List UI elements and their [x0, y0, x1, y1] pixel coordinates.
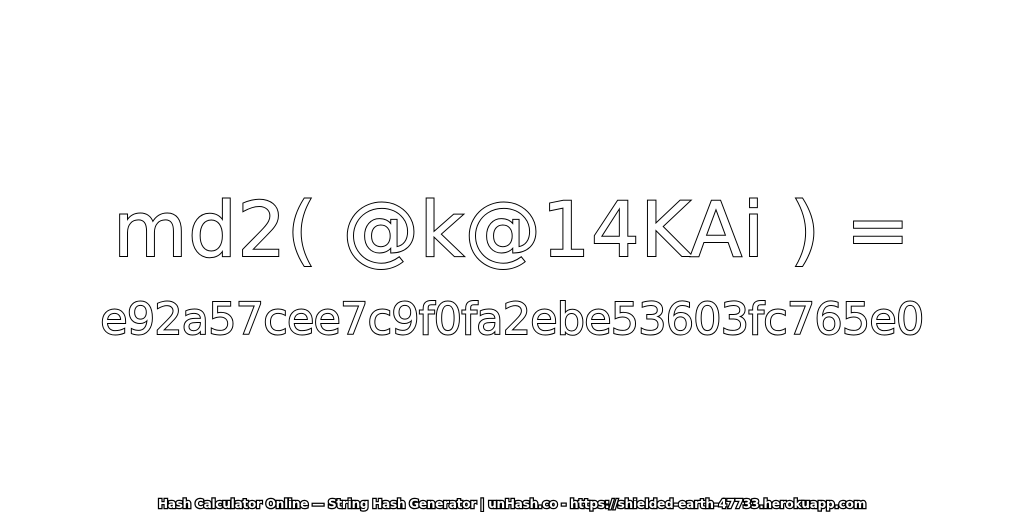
hash-expression: md2( @k@14KAi ) =: [112, 184, 911, 275]
footer-credit: Hash Calculator Online — String Hash Gen…: [157, 496, 868, 512]
hash-image-canvas: md2( @k@14KAi ) = e92a57cee7c9f0fa2ebe53…: [0, 0, 1024, 512]
hash-result: e92a57cee7c9f0fa2ebe53603fc765e0: [99, 293, 925, 346]
